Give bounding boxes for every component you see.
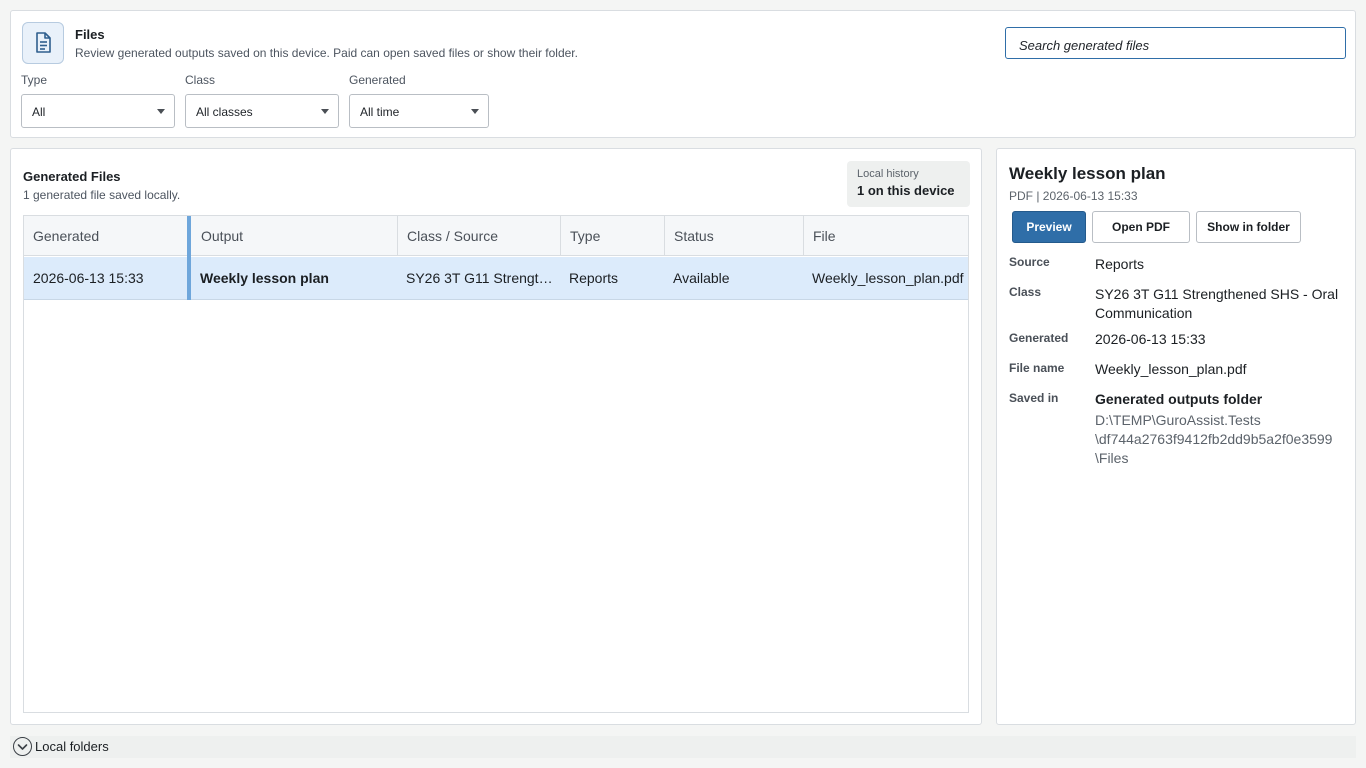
open-pdf-button[interactable]: Open PDF (1092, 211, 1190, 243)
column-header-status[interactable]: Status (664, 216, 803, 255)
class-value-line-1: SY26 3T G11 Strengthened SHS - Oral (1095, 286, 1339, 302)
table-row[interactable]: 2026-06-13 15:33 Weekly lesson plan SY26… (24, 257, 968, 300)
file-details-panel: Weekly lesson plan PDF | 2026-06-13 15:3… (996, 148, 1356, 725)
saved-in-label: Saved in (1009, 391, 1059, 405)
generated-filter-value: All time (360, 105, 400, 119)
column-resize-handle[interactable] (187, 216, 191, 300)
preview-button[interactable]: Preview (1012, 211, 1086, 243)
class-filter-select[interactable]: All classes (185, 94, 339, 128)
local-folders-expander[interactable]: Local folders (10, 736, 1356, 758)
files-table[interactable]: Generated Output Class / Source Type Sta… (23, 215, 969, 713)
page-subtitle: Review generated outputs saved on this d… (75, 46, 578, 60)
column-header-file[interactable]: File (803, 216, 968, 255)
section-subtitle: 1 generated file saved locally. (23, 188, 181, 202)
generated-files-panel: Generated Files 1 generated file saved l… (10, 148, 982, 725)
type-filter-value: All (32, 105, 46, 119)
chevron-down-circle-icon[interactable] (13, 737, 32, 756)
file-name-label: File name (1009, 361, 1065, 375)
chevron-down-icon (321, 109, 329, 114)
column-header-class-source[interactable]: Class / Source (397, 216, 560, 255)
history-label: Local history (857, 168, 919, 180)
chevron-down-icon (157, 109, 165, 114)
saved-in-value: Generated outputs folder (1095, 391, 1263, 407)
source-value: Reports (1095, 256, 1145, 272)
cell-generated: 2026-06-13 15:33 (33, 270, 144, 286)
folder-path-line-2: \df744a2763f9412fb2dd9b5a2f0e3599 (1095, 431, 1333, 447)
detail-meta: PDF | 2026-06-13 15:33 (1009, 189, 1138, 203)
folder-path-line-1: D:\TEMP\GuroAssist.Tests (1095, 412, 1261, 428)
cell-file: Weekly_lesson_plan.pdf (812, 270, 964, 286)
class-filter-value: All classes (196, 105, 253, 119)
section-title: Generated Files (23, 169, 121, 184)
generated-value: 2026-06-13 15:33 (1095, 331, 1206, 347)
type-filter-select[interactable]: All (21, 94, 175, 128)
local-folders-label[interactable]: Local folders (35, 739, 109, 754)
generated-filter-label: Generated (349, 73, 406, 87)
class-label: Class (1009, 285, 1042, 299)
history-value: 1 on this device (857, 183, 955, 198)
page-title: Files (75, 27, 105, 42)
document-list-icon (22, 22, 64, 64)
generated-filter-select[interactable]: All time (349, 94, 489, 128)
folder-path-line-3: \Files (1095, 450, 1129, 466)
cell-output: Weekly lesson plan (200, 270, 329, 286)
chevron-down-icon (471, 109, 479, 114)
cell-class-source: SY26 3T G11 Strength... (406, 270, 554, 286)
column-header-generated[interactable]: Generated (24, 216, 187, 255)
class-filter-label: Class (185, 73, 216, 87)
file-name-value: Weekly_lesson_plan.pdf (1095, 361, 1247, 377)
type-filter-label: Type (21, 73, 48, 87)
files-header-panel: Files Review generated outputs saved on … (10, 10, 1356, 138)
source-label: Source (1009, 255, 1050, 269)
cell-type: Reports (569, 270, 619, 286)
detail-title: Weekly lesson plan (1009, 164, 1166, 183)
generated-label: Generated (1009, 331, 1069, 345)
class-value-line-2: Communication (1095, 305, 1193, 321)
column-header-type[interactable]: Type (560, 216, 664, 255)
cell-status: Available (673, 270, 730, 286)
table-header: Generated Output Class / Source Type Sta… (24, 216, 968, 256)
search-input[interactable] (1005, 27, 1346, 59)
column-header-output[interactable]: Output (187, 216, 397, 255)
local-history-badge: Local history 1 on this device (847, 161, 970, 207)
show-in-folder-button[interactable]: Show in folder (1196, 211, 1301, 243)
